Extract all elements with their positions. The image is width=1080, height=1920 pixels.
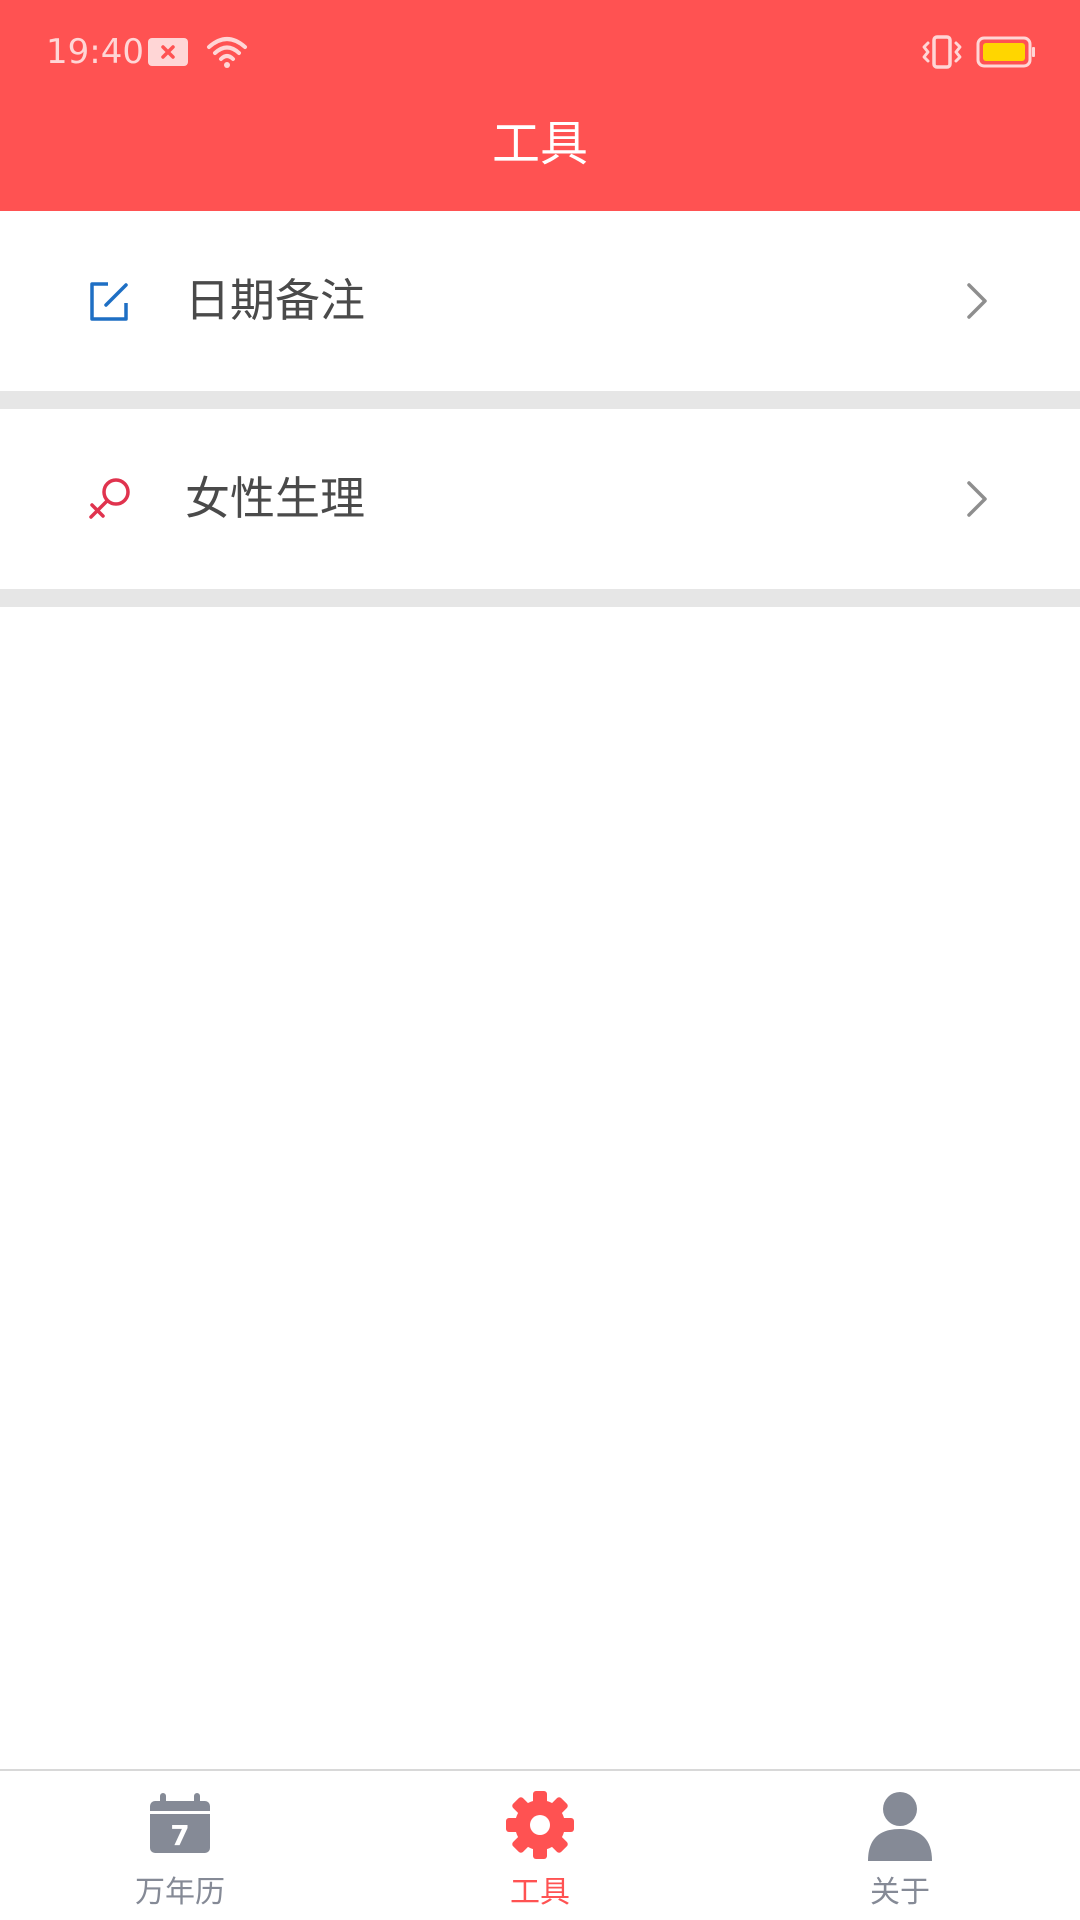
battery-icon	[976, 36, 1035, 68]
tab-about[interactable]: 关于	[720, 1771, 1080, 1920]
menu-item-label: 女性生理	[185, 472, 366, 525]
tab-tools[interactable]: 工具	[360, 1771, 720, 1920]
edit-note-icon	[90, 282, 128, 321]
menu-item-date-note[interactable]: 日期备注	[0, 211, 1080, 391]
tab-label: 万年历	[135, 1875, 225, 1910]
menu-item-label: 日期备注	[185, 274, 366, 327]
menu-item-female-health[interactable]: 女性生理	[0, 409, 1080, 589]
calendar-icon: 7	[150, 1793, 210, 1853]
page-title: 工具	[491, 116, 588, 172]
calendar-day-text: 7	[170, 1819, 189, 1852]
divider	[0, 589, 1080, 607]
status-right-icons	[920, 32, 1036, 72]
bottom-nav: 7 万年历 工具 关于	[0, 1769, 1080, 1920]
female-symbol-icon	[89, 478, 130, 519]
vibrate-icon	[922, 35, 962, 69]
user-icon	[868, 1792, 932, 1861]
status-left-icons	[148, 32, 248, 72]
chevron-right-icon	[967, 481, 987, 517]
tab-label: 工具	[510, 1875, 570, 1910]
status-time: 19:40	[46, 32, 144, 72]
divider	[0, 391, 1080, 409]
wifi-icon	[207, 37, 247, 68]
status-bar: 19:40	[0, 0, 1080, 104]
tab-label: 关于	[870, 1875, 930, 1910]
tab-calendar[interactable]: 7 万年历	[0, 1771, 360, 1920]
notification-blocked-icon	[148, 38, 188, 66]
gear-icon	[506, 1791, 574, 1859]
chevron-right-icon	[967, 283, 987, 319]
header: 19:40 工具	[0, 0, 1080, 211]
